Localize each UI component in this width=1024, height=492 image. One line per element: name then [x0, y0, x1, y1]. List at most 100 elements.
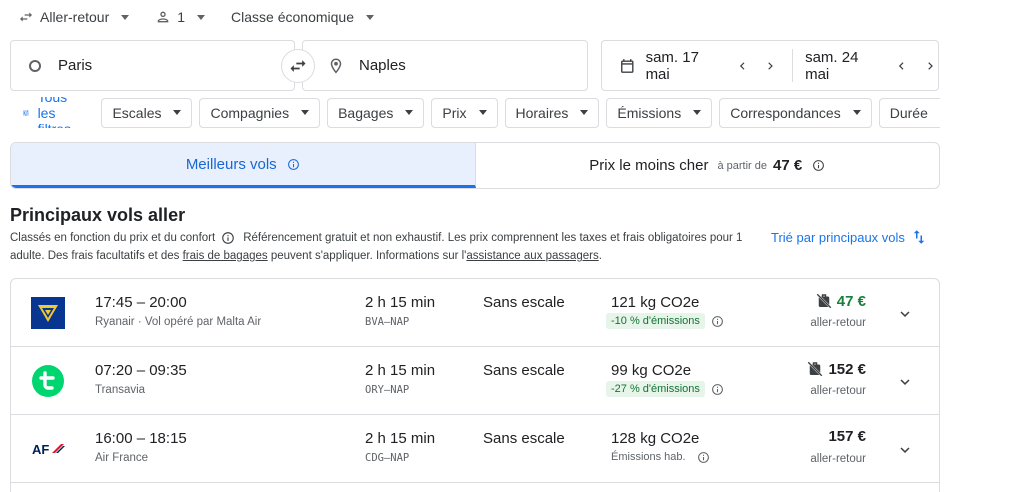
- filter-chip-duration[interactable]: Durée: [878, 97, 940, 128]
- flight-route: CDG–NAP: [365, 452, 410, 464]
- air-france-logo: AF: [31, 433, 65, 465]
- trip-type-select[interactable]: Aller-retour: [18, 9, 130, 25]
- calendar-icon: [621, 58, 634, 73]
- chevron-left-icon[interactable]: [735, 58, 750, 74]
- filter-chip-stops[interactable]: Escales: [101, 97, 193, 128]
- filters-bar: Tous les filtres Escales Compagnies Baga…: [10, 97, 940, 128]
- ryanair-logo: [31, 297, 65, 329]
- depart-date-value: sam. 17 mai: [645, 48, 699, 83]
- chevron-down-icon[interactable]: [896, 441, 914, 459]
- price-value: 152 €: [828, 360, 866, 378]
- chevron-down-icon: [301, 110, 310, 115]
- flight-row[interactable]: 07:20 – 09:35 Transavia 2 h 15 min ORY–N…: [11, 347, 939, 415]
- origin-circle-icon: [29, 59, 41, 72]
- flight-duration: 2 h 15 min: [365, 430, 436, 447]
- all-filters-button[interactable]: Tous les filtres: [22, 97, 79, 128]
- chevron-right-icon[interactable]: [923, 58, 938, 74]
- chevron-down-icon: [197, 14, 206, 20]
- destination-field[interactable]: Naples: [302, 40, 588, 91]
- chevron-down-icon: [580, 110, 589, 115]
- origin-field[interactable]: Paris: [10, 40, 295, 91]
- tab-best-flights[interactable]: Meilleurs vols: [11, 143, 476, 188]
- co2-value: 99 kg CO2e: [611, 362, 692, 379]
- co2-value: 121 kg CO2e: [611, 294, 700, 311]
- flight-route: BVA–NAP: [365, 316, 410, 328]
- swap-arrows-icon: [20, 12, 32, 22]
- info-icon[interactable]: [221, 231, 235, 245]
- info-icon[interactable]: [287, 158, 300, 171]
- flight-price: 47 €: [815, 292, 866, 310]
- destination-value: Naples: [359, 57, 406, 74]
- filter-chip-connections[interactable]: Correspondances: [719, 97, 872, 128]
- location-pin-icon: [330, 58, 342, 73]
- chip-label: Durée: [889, 104, 928, 121]
- chevron-down-icon: [366, 14, 375, 20]
- date-divider: [792, 49, 794, 82]
- flight-row[interactable]: 17:45 – 20:00 Ryanair · Vol opéré par Ma…: [11, 279, 939, 347]
- filter-chip-bags[interactable]: Bagages: [327, 97, 425, 128]
- sort-arrows-icon: [913, 230, 925, 244]
- emissions-badge: -27 % d'émissions: [606, 381, 705, 397]
- flight-stops: Sans escale: [483, 362, 565, 379]
- chevron-down-icon: [405, 110, 414, 115]
- price-type: aller-retour: [810, 317, 866, 329]
- info-icon[interactable]: [697, 451, 710, 464]
- tab-cheapest[interactable]: Prix le moins cher à partir de 47 €: [476, 143, 940, 188]
- sort-button[interactable]: Trié par principaux vols: [771, 228, 928, 246]
- from-label: à partir de: [717, 159, 768, 172]
- desc-ranking: Classés en fonction du prix et du confor…: [10, 232, 216, 244]
- chip-label: Horaires: [515, 104, 569, 121]
- emissions-info: -10 % d'émissions: [606, 313, 724, 329]
- price-type: aller-retour: [810, 453, 866, 465]
- passenger-assistance-link[interactable]: assistance aux passagers: [466, 250, 598, 262]
- flight-times: 17:45 – 20:00: [95, 294, 187, 311]
- emissions-badge: -10 % d'émissions: [606, 313, 705, 329]
- chevron-down-icon: [693, 110, 702, 115]
- flight-results-list: 17:45 – 20:00 Ryanair · Vol opéré par Ma…: [10, 278, 940, 492]
- transavia-logo: [31, 365, 65, 397]
- flight-row[interactable]: AF 16:00 – 18:15 Air France 2 h 15 min C…: [11, 415, 939, 483]
- desc-assist: peuvent s'appliquer. Informations sur l': [270, 250, 467, 262]
- flight-times: 16:00 – 18:15: [95, 430, 187, 447]
- baggage-fees-link[interactable]: frais de bagages: [183, 250, 268, 262]
- chevron-down-icon: [852, 110, 861, 115]
- flight-times: 07:20 – 09:35: [95, 362, 187, 379]
- filter-chip-emissions[interactable]: Émissions: [606, 97, 713, 128]
- air-france-logo-text: AF: [32, 442, 49, 457]
- sort-tabs: Meilleurs vols Prix le moins cher à part…: [10, 142, 940, 189]
- flight-price: 152 €: [806, 360, 866, 378]
- depart-date-picker[interactable]: sam. 17 mai: [619, 41, 778, 90]
- passengers-select[interactable]: 1: [155, 9, 206, 25]
- cabin-class-select[interactable]: Classe économique: [231, 9, 375, 25]
- desc-end: .: [598, 250, 602, 262]
- flight-route: ORY–NAP: [365, 384, 410, 396]
- tab-cheapest-label: Prix le moins cher: [589, 157, 709, 174]
- return-date-picker[interactable]: sam. 24 mai: [805, 41, 938, 90]
- chevron-left-icon[interactable]: [894, 58, 909, 74]
- filter-chip-airlines[interactable]: Compagnies: [199, 97, 321, 128]
- chip-label: Correspondances: [730, 104, 841, 121]
- price-type: aller-retour: [810, 385, 866, 397]
- swap-locations-button[interactable]: [281, 49, 315, 83]
- emissions-typical: Émissions hab.: [611, 451, 686, 463]
- filter-chip-price[interactable]: Prix: [431, 97, 498, 128]
- chevron-right-icon[interactable]: [763, 58, 778, 74]
- emissions-info: -27 % d'émissions: [606, 381, 724, 397]
- info-icon[interactable]: [711, 315, 724, 328]
- chevron-down-icon[interactable]: [896, 305, 914, 323]
- return-date-value: sam. 24 mai: [805, 48, 859, 83]
- passengers-count: 1: [177, 9, 186, 25]
- info-icon[interactable]: [812, 159, 825, 172]
- chevron-down-icon[interactable]: [896, 373, 914, 391]
- chip-label: Émissions: [617, 104, 682, 121]
- airline-name: Air France: [95, 452, 149, 464]
- flight-duration: 2 h 15 min: [365, 362, 436, 379]
- price-value: 47 €: [836, 292, 866, 310]
- co2-value: 128 kg CO2e: [611, 430, 700, 447]
- origin-value: Paris: [58, 57, 93, 74]
- top-options-bar: Aller-retour 1 Classe économique: [10, 6, 375, 28]
- info-icon[interactable]: [711, 383, 724, 396]
- price-value: 157 €: [828, 428, 866, 445]
- filter-chip-times[interactable]: Horaires: [504, 97, 600, 128]
- emissions-info: Émissions hab.: [606, 449, 710, 465]
